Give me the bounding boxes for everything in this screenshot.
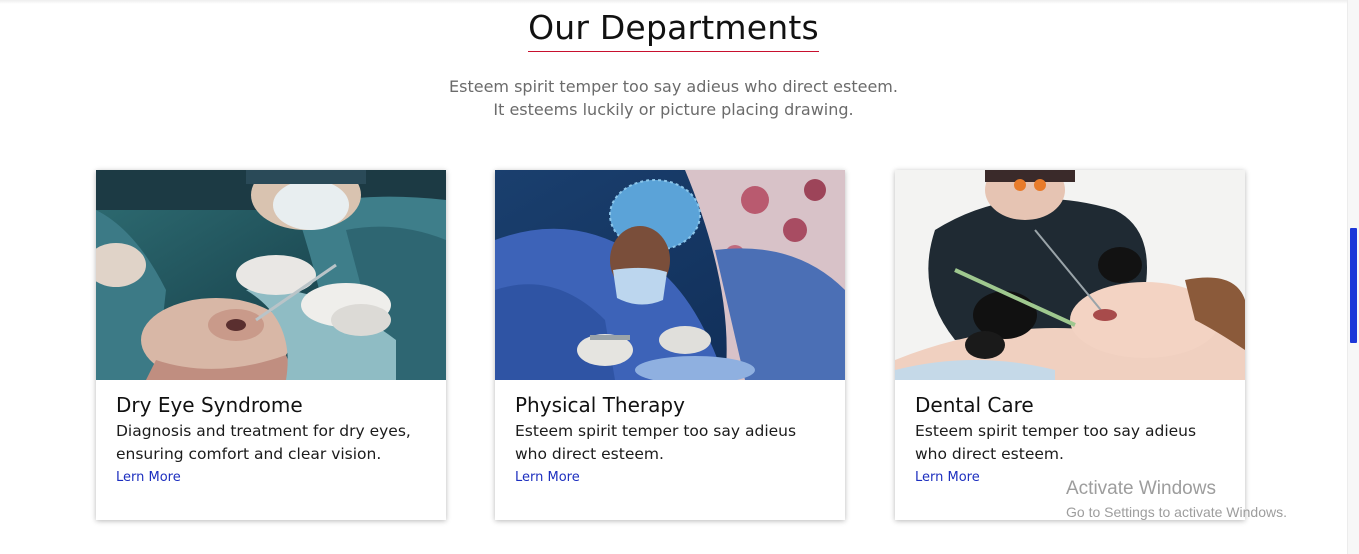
department-card-dental-care: Dental Care Esteem spirit temper too say… [895,170,1245,520]
card-body: Dental Care Esteem spirit temper too say… [895,380,1245,485]
dentist-patient-photo [895,170,1245,380]
department-card-physical-therapy: Physical Therapy Esteem spirit temper to… [495,170,845,520]
section-intro: Esteem spirit temper too say adieus who … [0,75,1347,121]
department-card-dry-eye: Dry Eye Syndrome Diagnosis and treatment… [96,170,446,520]
vertical-scrollbar-thumb[interactable] [1350,228,1357,343]
card-description: Diagnosis and treatment for dry eyes, en… [116,422,411,463]
card-description: Esteem spirit temper too say adieus who … [915,422,1197,463]
learn-more-link[interactable]: Lern More [915,470,980,485]
card-title: Physical Therapy [515,393,685,417]
section-title: Our Departments [528,8,819,52]
card-body: Physical Therapy Esteem spirit temper to… [495,380,845,485]
intro-line-2: It esteems luckily or picture placing dr… [493,100,854,119]
card-title: Dry Eye Syndrome [116,393,303,417]
section-header: Our Departments [0,8,1347,52]
departments-page: Our Departments Esteem spirit temper too… [0,0,1359,554]
watermark-title: Activate Windows [1066,478,1216,499]
learn-more-link[interactable]: Lern More [515,470,580,485]
operating-room-surgeons-photo [495,170,845,380]
watermark-subtitle: Go to Settings to activate Windows. [1066,504,1287,520]
learn-more-link[interactable]: Lern More [116,470,181,485]
activate-windows-watermark: Activate Windows Go to Settings to activ… [1066,478,1287,524]
eye-surgery-photo [96,170,446,380]
card-title: Dental Care [915,393,1034,417]
card-description: Esteem spirit temper too say adieus who … [515,422,797,463]
card-body: Dry Eye Syndrome Diagnosis and treatment… [96,380,446,485]
header-shadow [0,0,1347,4]
intro-line-1: Esteem spirit temper too say adieus who … [449,77,898,96]
